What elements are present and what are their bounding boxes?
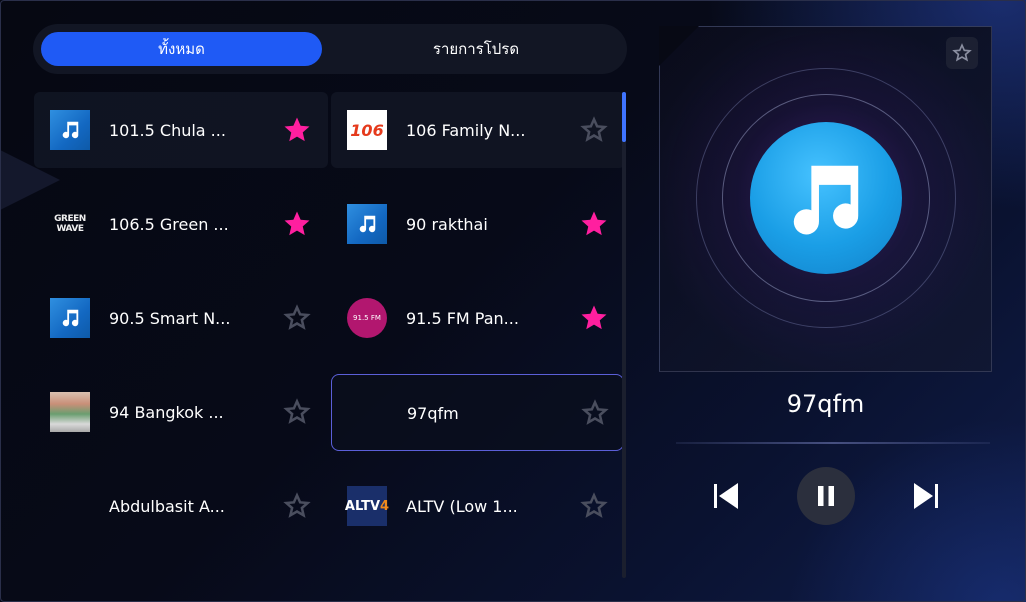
scrollbar-track[interactable] bbox=[622, 92, 626, 578]
scrollbar-thumb[interactable] bbox=[622, 92, 626, 142]
station-name: 97qfm bbox=[407, 403, 459, 423]
station-name: 101.5 Chula ... bbox=[109, 120, 226, 140]
station-name: 90.5 Smart N... bbox=[109, 308, 231, 328]
favorite-star-icon[interactable] bbox=[578, 208, 610, 240]
pause-icon[interactable] bbox=[797, 467, 855, 525]
favorite-star-outline-icon[interactable] bbox=[281, 490, 313, 522]
station-grid: 101.5 Chula ... 106 106 Family N... GREE… bbox=[34, 92, 624, 578]
green-wave-logo: GREEN WAVE bbox=[54, 214, 86, 234]
station-name: ALTV (Low 1... bbox=[406, 496, 518, 516]
station-card[interactable]: 106 106 Family N... bbox=[331, 92, 624, 168]
skip-previous-icon[interactable] bbox=[706, 476, 746, 516]
panel-corner-cut bbox=[659, 26, 699, 66]
station-image-icon bbox=[50, 392, 90, 432]
skip-next-icon[interactable] bbox=[906, 476, 946, 516]
tab-favorites[interactable]: รายการโปรด bbox=[333, 32, 619, 66]
favorite-star-icon[interactable] bbox=[281, 208, 313, 240]
station-card[interactable]: 94 Bangkok ... bbox=[34, 374, 328, 450]
favorite-star-outline-icon[interactable] bbox=[281, 396, 313, 428]
station-card[interactable]: GREEN WAVE 106.5 Green ... bbox=[34, 186, 328, 262]
station-name: Abdulbasit A... bbox=[109, 496, 225, 516]
favorite-star-outline-icon[interactable] bbox=[579, 397, 611, 429]
music-note-icon bbox=[750, 122, 902, 274]
station-card-selected[interactable]: 97qfm bbox=[331, 374, 624, 451]
favorite-star-outline-icon[interactable] bbox=[281, 302, 313, 334]
station-name: 106.5 Green ... bbox=[109, 214, 229, 234]
favorite-star-outline-icon[interactable] bbox=[946, 37, 978, 69]
station-name: 106 Family N... bbox=[406, 120, 526, 140]
favorite-star-outline-icon[interactable] bbox=[578, 114, 610, 146]
divider bbox=[676, 442, 990, 444]
station-card[interactable]: ALTV 4 ALTV (Low 1... bbox=[331, 468, 624, 544]
fm106-logo: 106 bbox=[347, 110, 387, 150]
station-card[interactable]: 90.5 Smart N... bbox=[34, 280, 328, 356]
favorite-star-icon[interactable] bbox=[281, 114, 313, 146]
tab-all[interactable]: ทั้งหมด bbox=[41, 32, 322, 66]
now-playing-title: 97qfm bbox=[786, 390, 865, 418]
station-card[interactable]: 101.5 Chula ... bbox=[34, 92, 328, 168]
music-note-icon bbox=[50, 298, 90, 338]
station-name: 94 Bangkok ... bbox=[109, 402, 224, 422]
station-card[interactable]: 90 rakthai bbox=[331, 186, 624, 262]
station-card[interactable]: Abdulbasit A... bbox=[34, 468, 328, 544]
station-card[interactable]: 91.5 FM 91.5 FM Pan... bbox=[331, 280, 624, 356]
music-note-icon bbox=[50, 110, 90, 150]
music-note-icon bbox=[347, 204, 387, 244]
station-name: 90 rakthai bbox=[406, 214, 488, 234]
station-name: 91.5 FM Pan... bbox=[406, 308, 519, 328]
filter-tabs: ทั้งหมด รายการโปรด bbox=[33, 24, 627, 74]
favorite-star-icon[interactable] bbox=[578, 302, 610, 334]
altv-logo: ALTV 4 bbox=[345, 486, 389, 526]
favorite-star-outline-icon[interactable] bbox=[578, 490, 610, 522]
fm915-logo: 91.5 FM bbox=[347, 298, 387, 338]
